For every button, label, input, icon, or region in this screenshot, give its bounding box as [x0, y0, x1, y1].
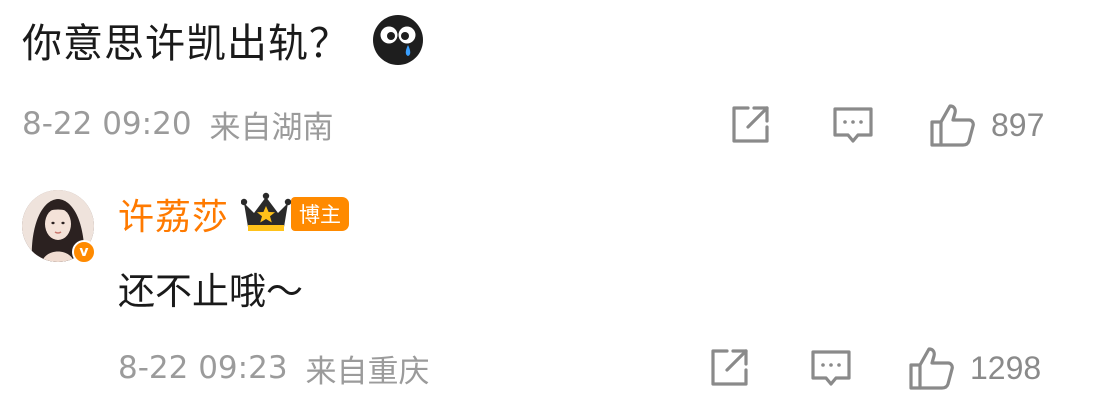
thumbs-up-icon [908, 344, 956, 392]
share-button[interactable] [728, 100, 772, 150]
comment-icon [831, 103, 875, 147]
comment-icon [809, 346, 853, 390]
thumbs-up-icon [929, 101, 977, 149]
reply-author-name[interactable]: 许荔莎 [118, 188, 229, 240]
share-icon [707, 346, 751, 390]
reply-text: 还不止哦～ [118, 270, 303, 313]
verified-badge-icon: v [72, 240, 96, 264]
comment-button[interactable] [809, 343, 853, 393]
like-count: 897 [991, 106, 1045, 143]
comment-text: 你意思许凯出轨？ [22, 21, 350, 67]
like-count: 1298 [970, 349, 1042, 386]
avatar[interactable]: v [22, 190, 96, 264]
crying-face-emoji-icon [372, 14, 424, 66]
comment-actions: 897 [0, 100, 1101, 150]
comment-button[interactable] [831, 100, 875, 150]
crown-icon [240, 191, 292, 237]
comment-body: 你意思许凯出轨？ [22, 10, 424, 70]
like-button[interactable]: 1298 [908, 343, 1041, 393]
blogger-badge: 博主 [291, 197, 350, 231]
like-button[interactable]: 897 [929, 100, 1044, 150]
share-icon [728, 103, 772, 147]
reply-author-row: 许荔莎 博主 [118, 188, 350, 240]
reply-actions: 1298 [0, 343, 1101, 393]
share-button[interactable] [707, 343, 751, 393]
